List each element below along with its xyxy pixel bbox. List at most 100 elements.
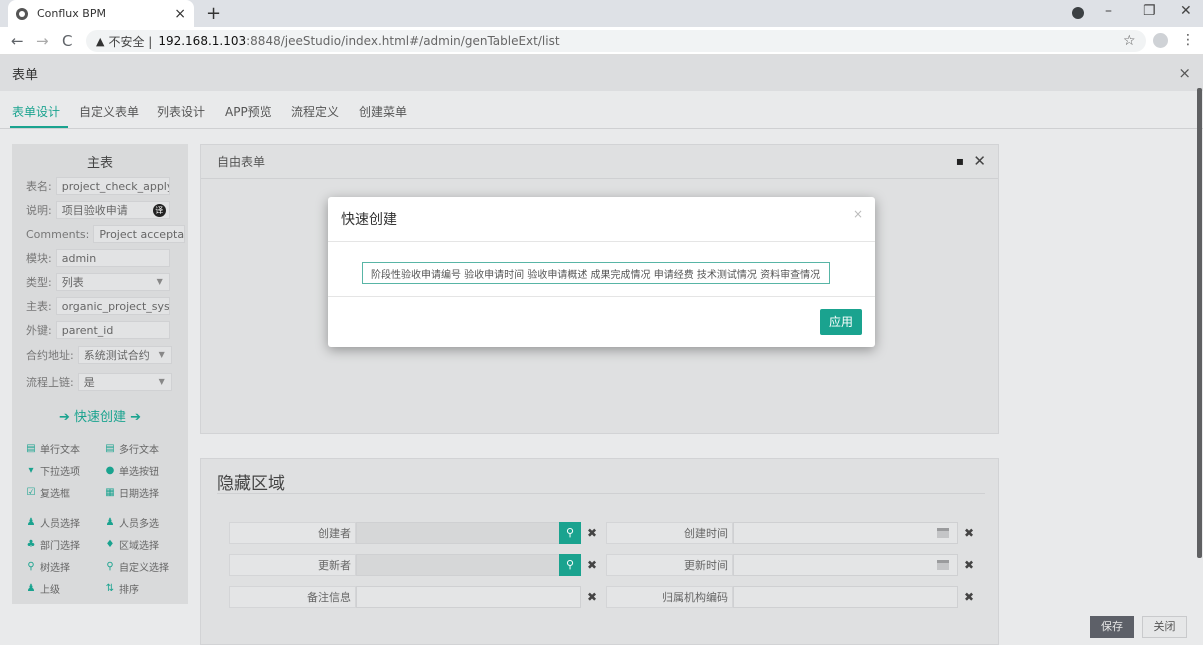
process-chain-select[interactable]: 是 ▼ [77, 373, 172, 391]
update-time-input[interactable] [733, 554, 958, 576]
bookmark-star-icon[interactable]: ☆ [1123, 33, 1136, 49]
field-row: 说明: 项目验收申请 译 [12, 200, 188, 220]
description-value: 项目验收申请 [61, 204, 128, 217]
widget-label: 上级 [40, 585, 60, 596]
description-input[interactable]: 项目验收申请 译 [55, 201, 170, 219]
widget-sort[interactable]: ⇅ 排序 [105, 581, 139, 596]
clear-icon[interactable]: ✖ [964, 558, 974, 572]
clear-icon[interactable]: ✖ [964, 526, 974, 540]
comments-input[interactable]: Project acceptance [93, 225, 186, 243]
window-close-button[interactable]: ✕ [1180, 3, 1192, 19]
creator-input[interactable]: ⚲ [356, 522, 581, 544]
page-scrollbar[interactable] [1197, 88, 1202, 558]
widget-label: 人员多选 [119, 519, 159, 530]
field-label: 创建者 [229, 522, 356, 544]
page-close-icon[interactable]: × [1178, 64, 1191, 82]
field-label: 合约地址: [26, 349, 74, 362]
widget-user-multi[interactable]: ♟ 人员多选 [105, 515, 159, 530]
field-row: 表名: project_check_apply [12, 176, 188, 196]
widget-custom-select[interactable]: ⚲ 自定义选择 [105, 559, 169, 574]
dialog-title: 快速创建 [341, 212, 397, 228]
browser-menu-icon[interactable]: ⋮ [1181, 32, 1195, 48]
new-tab-button[interactable]: + [206, 3, 221, 24]
widget-area-select[interactable]: ♦ 区域选择 [105, 537, 159, 552]
field-label: 创建时间 [606, 522, 733, 544]
forward-button[interactable]: → [36, 32, 49, 50]
quick-create-button[interactable]: ➔ 快速创建 ➔ [12, 406, 188, 425]
calendar-icon[interactable] [937, 528, 949, 538]
calendar-icon[interactable] [937, 560, 949, 570]
apply-button[interactable]: 应用 [820, 309, 862, 335]
back-button[interactable]: ← [11, 32, 24, 50]
dialog-body [328, 242, 875, 297]
widget-single-text[interactable]: ▤ 单行文本 [26, 441, 80, 456]
reload-button[interactable]: C [62, 32, 72, 50]
translate-icon[interactable]: 译 [152, 204, 166, 217]
widget-date[interactable]: ▦ 日期选择 [105, 485, 159, 500]
contract-address-value: 系统测试合约 [83, 349, 150, 362]
widget-user-select[interactable]: ♟ 人员选择 [26, 515, 80, 530]
foreign-key-input[interactable]: parent_id [55, 321, 170, 339]
caret-down-icon: ▾ [28, 465, 34, 476]
browser-profile-icon[interactable] [1072, 7, 1084, 19]
table-name-input[interactable]: project_check_apply [55, 177, 170, 195]
tab-app-preview[interactable]: APP预览 [225, 103, 272, 120]
free-form-header: 自由表单 ▪ ✕ [201, 145, 998, 179]
updater-input[interactable]: ⚲ [356, 554, 581, 576]
close-button[interactable]: 关闭 [1142, 616, 1187, 638]
field-updater: 更新者 ⚲ ✖ [229, 554, 597, 576]
widget-multi-text[interactable]: ▤ 多行文本 [105, 441, 159, 456]
chevron-down-icon: ▼ [158, 350, 165, 359]
widget-label: 树选择 [40, 563, 70, 574]
field-label: 模块: [26, 252, 52, 265]
url-field[interactable]: ▲ 不安全 | 192.168.1.103 :8848/jeeStudio/in… [86, 30, 1146, 52]
contract-address-select[interactable]: 系统测试合约 ▼ [77, 346, 172, 364]
widget-dept-select[interactable]: ♣ 部门选择 [26, 537, 80, 552]
quick-create-input[interactable] [362, 262, 830, 284]
tab-custom-form[interactable]: 自定义表单 [79, 103, 139, 120]
calendar-icon: ▦ [105, 487, 115, 498]
close-icon[interactable]: ✕ [973, 152, 986, 170]
widget-checkbox[interactable]: ☑ 复选框 [26, 485, 70, 500]
field-label: 流程上链: [26, 376, 74, 389]
tab-process-definition[interactable]: 流程定义 [291, 103, 339, 120]
widget-parent[interactable]: ♟ 上级 [26, 581, 60, 596]
main-table-input[interactable]: organic_project_system [55, 297, 170, 315]
search-icon: ⚲ [106, 561, 114, 572]
restore-icon[interactable]: ▪ [956, 154, 964, 168]
tab-close-icon[interactable]: × [174, 6, 186, 22]
account-icon[interactable] [1153, 33, 1168, 48]
browser-tab[interactable]: Conflux BPM × [8, 0, 194, 27]
page-title: 表单 [12, 67, 39, 83]
module-input[interactable]: admin [55, 249, 170, 267]
tab-form-design[interactable]: 表单设计 [12, 103, 60, 120]
org-code-input[interactable] [733, 586, 958, 608]
tab-create-menu[interactable]: 创建菜单 [359, 103, 407, 120]
clear-icon[interactable]: ✖ [964, 590, 974, 604]
maximize-button[interactable]: ❐ [1143, 3, 1156, 19]
search-icon[interactable]: ⚲ [559, 522, 581, 544]
search-icon[interactable]: ⚲ [559, 554, 581, 576]
dialog-close-icon[interactable]: × [853, 207, 863, 221]
app-page: 表单 × 表单设计 自定义表单 列表设计 APP预览 流程定义 创建菜单 主表 … [0, 55, 1203, 645]
map-marker-icon: ♦ [105, 539, 115, 550]
browser-tab-bar: Conflux BPM × + – ❐ ✕ [0, 0, 1203, 27]
main-table-panel: 主表 表名: project_check_apply 说明: 项目验收申请 译 … [12, 144, 188, 604]
remarks-input[interactable] [356, 586, 581, 608]
field-label: 说明: [26, 204, 52, 217]
free-form-title: 自由表单 [217, 155, 266, 169]
widget-dropdown[interactable]: ▾ 下拉选项 [26, 463, 80, 478]
clear-icon[interactable]: ✖ [587, 590, 597, 604]
clear-icon[interactable]: ✖ [587, 558, 597, 572]
field-label: 表名: [26, 180, 52, 193]
widget-radio[interactable]: ● 单选按钮 [105, 463, 159, 478]
tab-list-design[interactable]: 列表设计 [157, 103, 205, 120]
save-button[interactable]: 保存 [1090, 616, 1134, 638]
type-select[interactable]: 列表 ▼ [55, 273, 170, 291]
create-time-input[interactable] [733, 522, 958, 544]
url-host: 192.168.1.103 [158, 34, 247, 48]
clear-icon[interactable]: ✖ [587, 526, 597, 540]
minimize-button[interactable]: – [1105, 3, 1112, 19]
widget-tree-select[interactable]: ⚲ 树选择 [26, 559, 70, 574]
insecure-label: 不安全 | [108, 34, 153, 49]
